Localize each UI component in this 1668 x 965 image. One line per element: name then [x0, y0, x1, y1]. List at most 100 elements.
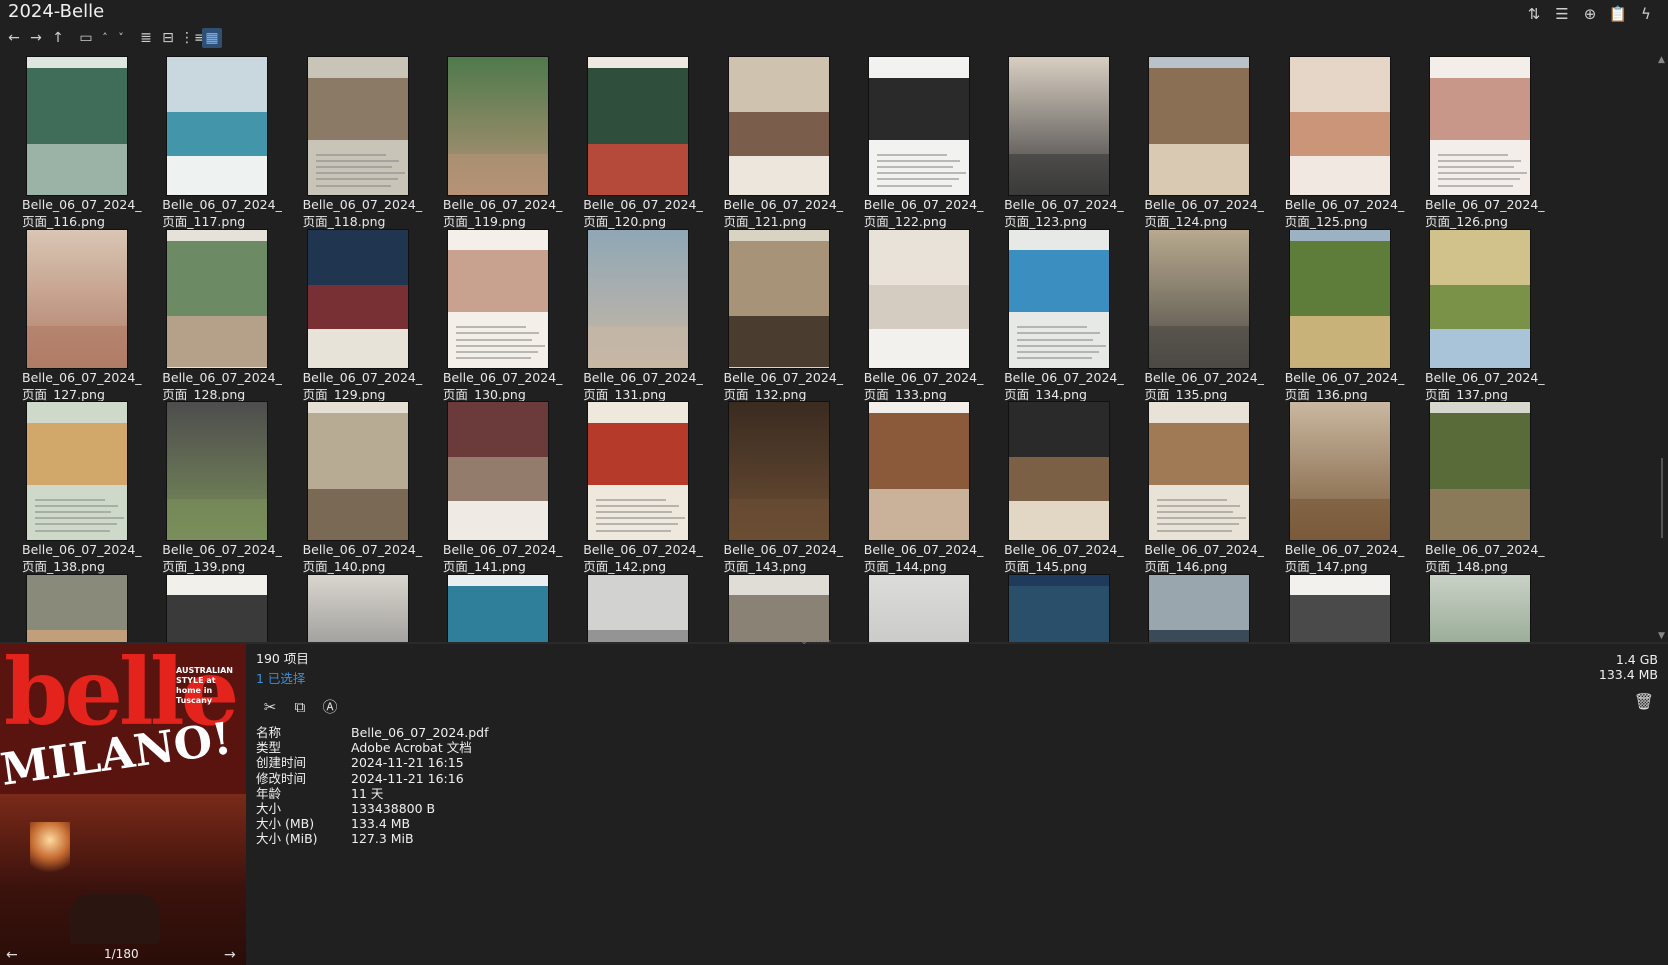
file-item[interactable]: [982, 571, 1131, 642]
scroll-up-icon[interactable]: ▲: [1658, 55, 1665, 65]
details-view-icon[interactable]: ≣: [136, 28, 156, 48]
file-item[interactable]: Belle_06_07_2024_页面_125.png: [1263, 53, 1412, 231]
file-item[interactable]: [1263, 571, 1412, 642]
previous-page-icon[interactable]: ←: [6, 947, 18, 963]
file-item[interactable]: Belle_06_07_2024_页面_146.png: [1122, 398, 1271, 576]
file-thumbnail: [728, 57, 829, 195]
back-arrow-icon[interactable]: ←: [4, 28, 24, 48]
lightning-icon[interactable]: ϟ: [1636, 4, 1656, 24]
file-item[interactable]: Belle_06_07_2024_页面_148.png: [1403, 398, 1552, 576]
sort-icon[interactable]: ⇅: [1524, 4, 1544, 24]
property-value: 133438800 B: [351, 801, 436, 817]
add-circle-icon[interactable]: ⊕: [1580, 4, 1600, 24]
file-item[interactable]: Belle_06_07_2024_页面_128.png: [140, 226, 289, 404]
properties-list: 名称 Belle_06_07_2024.pdf 类型 Adobe Acrobat 文档…: [256, 725, 1656, 847]
file-item[interactable]: Belle_06_07_2024_页面_147.png: [1263, 398, 1412, 576]
file-item[interactable]: Belle_06_07_2024_页面_119.png: [421, 53, 570, 231]
file-item[interactable]: Belle_06_07_2024_页面_140.png: [281, 398, 430, 576]
file-thumbnail: [1149, 402, 1250, 540]
file-item[interactable]: Belle_06_07_2024_页面_126.png: [1403, 53, 1552, 231]
file-item[interactable]: Belle_06_07_2024_页面_138.png: [0, 398, 149, 576]
file-item[interactable]: Belle_06_07_2024_页面_135.png: [1122, 226, 1271, 404]
file-thumbnail: [1149, 229, 1250, 368]
file-item[interactable]: Belle_06_07_2024_页面_118.png: [281, 53, 430, 231]
property-value: 2024-11-21 16:15: [351, 755, 464, 771]
file-item[interactable]: Belle_06_07_2024_页面_117.png: [140, 53, 289, 231]
file-thumbnail: [1009, 57, 1110, 195]
file-item[interactable]: Belle_06_07_2024_页面_132.png: [702, 226, 851, 404]
copy-icon[interactable]: ⧉: [290, 697, 310, 717]
file-item[interactable]: [1403, 571, 1552, 642]
property-value: 11 天: [351, 785, 384, 801]
trash-icon[interactable]: 🗑: [1634, 692, 1654, 711]
file-item[interactable]: Belle_06_07_2024_页面_137.png: [1403, 226, 1552, 404]
list-options-icon[interactable]: ☰: [1552, 4, 1572, 24]
file-item[interactable]: [421, 571, 570, 642]
file-item[interactable]: Belle_06_07_2024_页面_141.png: [421, 398, 570, 576]
file-item[interactable]: Belle_06_07_2024_页面_130.png: [421, 226, 570, 404]
property-key: 大小 (MiB): [256, 831, 318, 847]
thumbnail-grid[interactable]: Belle_06_07_2024_页面_116.png Belle_06_07_2…: [0, 53, 1655, 642]
property-key: 名称: [256, 725, 282, 740]
file-item[interactable]: Belle_06_07_2024_页面_142.png: [561, 398, 710, 576]
file-thumbnail: [728, 229, 829, 368]
file-item[interactable]: Belle_06_07_2024_页面_122.png: [842, 53, 991, 231]
file-item[interactable]: [281, 571, 430, 642]
scrollbar-thumb[interactable]: [1661, 458, 1663, 538]
file-thumbnail: [868, 402, 969, 540]
file-item[interactable]: Belle_06_07_2024_页面_123.png: [982, 53, 1131, 231]
file-item[interactable]: Belle_06_07_2024_页面_145.png: [982, 398, 1131, 576]
property-row: 年龄 11 天: [256, 786, 1656, 801]
file-item[interactable]: Belle_06_07_2024_页面_139.png: [140, 398, 289, 576]
file-item[interactable]: Belle_06_07_2024_页面_120.png: [561, 53, 710, 231]
item-count: 190 项目: [256, 651, 309, 666]
chevron-down-icon[interactable]: ˅: [114, 28, 128, 48]
file-thumbnail: [167, 402, 268, 540]
property-value: 127.3 MiB: [351, 831, 414, 847]
file-item[interactable]: [1122, 571, 1271, 642]
file-item[interactable]: [0, 571, 149, 642]
next-page-icon[interactable]: →: [224, 947, 236, 963]
pane-splitter[interactable]: [0, 642, 1668, 644]
vertical-scrollbar[interactable]: ▲ ▼: [1656, 53, 1668, 643]
property-row: 大小 133438800 B: [256, 801, 1656, 816]
file-item[interactable]: Belle_06_07_2024_页面_129.png: [281, 226, 430, 404]
tree-view-icon[interactable]: ⋮≡: [180, 28, 206, 48]
file-item[interactable]: [140, 571, 289, 642]
file-thumbnail: [728, 574, 829, 642]
scroll-down-icon[interactable]: ▼: [1658, 631, 1665, 641]
property-row: 修改时间 2024-11-21 16:16: [256, 771, 1656, 786]
file-item[interactable]: Belle_06_07_2024_页面_121.png: [702, 53, 851, 231]
file-item[interactable]: Belle_06_07_2024_页面_131.png: [561, 226, 710, 404]
chevron-up-icon[interactable]: ˄: [98, 28, 112, 48]
file-item[interactable]: Belle_06_07_2024_页面_143.png: [702, 398, 851, 576]
property-value: 133.4 MB: [351, 816, 411, 832]
file-thumbnail: [307, 574, 408, 642]
selected-count[interactable]: 1 已选择: [256, 668, 1656, 687]
file-item[interactable]: [702, 571, 851, 642]
thumbnails-view-icon[interactable]: ▦: [202, 28, 222, 48]
forward-arrow-icon[interactable]: →: [26, 28, 46, 48]
file-item[interactable]: Belle_06_07_2024_页面_116.png: [0, 53, 149, 231]
file-thumbnail: [868, 57, 969, 195]
up-arrow-icon[interactable]: ↑: [48, 28, 68, 48]
rename-icon[interactable]: Ⓐ: [320, 697, 340, 717]
file-item[interactable]: [842, 571, 991, 642]
property-row: 创建时间 2024-11-21 16:15: [256, 755, 1656, 770]
clipboard-icon[interactable]: 📋: [1608, 4, 1628, 24]
splitter-grip-icon[interactable]: ⌄ ⋯⋯: [800, 636, 832, 647]
file-item[interactable]: Belle_06_07_2024_页面_136.png: [1263, 226, 1412, 404]
file-thumbnail: [588, 574, 689, 642]
property-row: 名称 Belle_06_07_2024.pdf: [256, 725, 1656, 740]
file-item[interactable]: Belle_06_07_2024_页面_134.png: [982, 226, 1131, 404]
folder-window-icon[interactable]: ▭: [76, 28, 96, 48]
tiles-view-icon[interactable]: ⊟: [158, 28, 178, 48]
file-item[interactable]: [561, 571, 710, 642]
file-item[interactable]: Belle_06_07_2024_页面_127.png: [0, 226, 149, 404]
file-thumbnail: [588, 57, 689, 195]
file-item[interactable]: Belle_06_07_2024_页面_133.png: [842, 226, 991, 404]
cover-sideline: AUSTRALIAN STYLE at home in Tuscany: [176, 666, 233, 705]
file-item[interactable]: Belle_06_07_2024_页面_144.png: [842, 398, 991, 576]
file-item[interactable]: Belle_06_07_2024_页面_124.png: [1122, 53, 1271, 231]
cut-icon[interactable]: ✂: [260, 697, 280, 717]
